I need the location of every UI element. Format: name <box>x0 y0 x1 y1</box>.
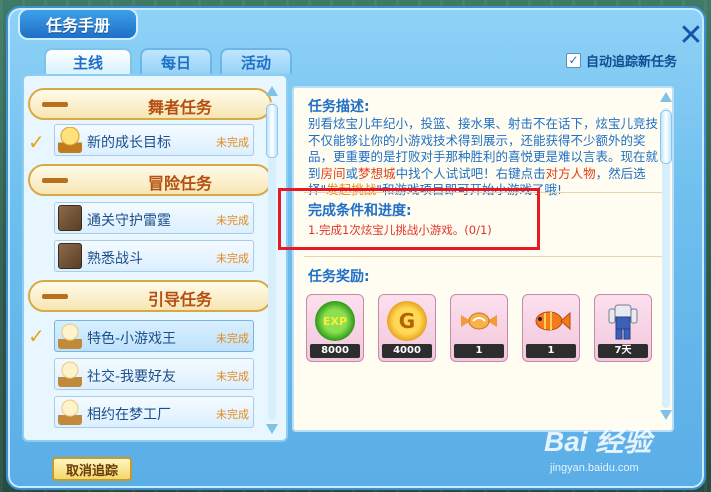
task-status: 未完成 <box>216 252 249 265</box>
task-name: 特色-小游戏王 <box>87 331 177 347</box>
detail-scrollbar[interactable] <box>660 92 672 422</box>
auto-track-label: 自动追踪新任务 <box>586 54 678 70</box>
guide-icon <box>58 399 82 425</box>
adventure-icon <box>58 205 82 231</box>
list-item-task[interactable]: 相约在梦工厂 未完成 <box>54 396 254 428</box>
scroll-down-icon[interactable] <box>266 424 278 434</box>
baidu-watermark: Bai 经验 jingyan.baidu.com <box>540 418 710 490</box>
collapse-icon <box>42 102 68 107</box>
list-item-task-selected[interactable]: 特色-小游戏王 未完成 <box>54 320 254 352</box>
tracked-check-icon: ✓ <box>28 130 45 154</box>
tracked-check-icon: ✓ <box>28 324 45 348</box>
reward-list: EXP 8000 G 4000 1 1 7天 <box>306 294 666 368</box>
watermark-site: jingyan.baidu.com <box>550 462 639 474</box>
description-heading: 任务描述: <box>308 99 370 115</box>
scroll-thumb[interactable] <box>266 104 278 158</box>
scroll-up-icon[interactable] <box>660 92 672 102</box>
cancel-tracking-button[interactable]: 取消追踪 <box>52 457 132 481</box>
reward-item[interactable]: EXP 8000 <box>306 294 364 362</box>
task-list-panel: 舞者任务 ✓ 新的成长目标 未完成 冒险任务 通关守护雷霆 未完成 熟悉战斗 未… <box>22 74 288 442</box>
tab-main[interactable]: 主线 <box>44 48 132 74</box>
task-name: 社交-我要好友 <box>87 369 177 385</box>
task-status: 未完成 <box>216 370 249 383</box>
tab-daily[interactable]: 每日 <box>140 48 212 74</box>
task-detail-panel: 任务描述: 别看炫宝儿年纪小，投篮、接水果、射击不在话下，炫宝儿竞技不仅能够让你… <box>292 86 674 432</box>
candy-icon <box>459 301 499 341</box>
task-status: 未完成 <box>216 136 249 149</box>
category-guide[interactable]: 引导任务 <box>28 280 272 312</box>
list-item-task[interactable]: 通关守护雷霆 未完成 <box>54 202 254 234</box>
category-label: 冒险任务 <box>147 174 212 193</box>
fish-icon <box>531 301 571 341</box>
description-text: 别看炫宝儿年纪小，投篮、接水果、射击不在话下，炫宝儿竞技不仅能够让你的小游戏技术… <box>308 116 659 197</box>
check-icon: ✓ <box>568 52 579 67</box>
adventure-icon <box>58 243 82 269</box>
reward-quantity: 4000 <box>382 344 432 358</box>
auto-track-checkbox[interactable]: ✓ <box>566 52 581 68</box>
task-status: 未完成 <box>216 408 249 421</box>
gold-coin-icon: G <box>387 301 427 341</box>
reward-item[interactable]: 1 <box>450 294 508 362</box>
list-item-task[interactable]: 社交-我要好友 未完成 <box>54 358 254 390</box>
guide-icon <box>58 361 82 387</box>
reward-quantity: 7天 <box>598 344 648 358</box>
task-status: 未完成 <box>216 332 249 345</box>
reward-heading: 任务奖励: <box>308 269 370 285</box>
task-list-scrollbar[interactable] <box>266 86 278 436</box>
scroll-thumb[interactable] <box>660 110 672 164</box>
guide-icon <box>58 323 82 349</box>
divider <box>304 256 666 257</box>
category-label: 舞者任务 <box>147 98 212 117</box>
reward-quantity: 1 <box>526 344 576 358</box>
medal-icon <box>58 127 82 153</box>
task-name: 新的成长目标 <box>87 135 171 151</box>
task-status: 未完成 <box>216 214 249 227</box>
task-name: 通关守护雷霆 <box>87 213 171 229</box>
reward-item[interactable]: 1 <box>522 294 580 362</box>
category-adventure[interactable]: 冒险任务 <box>28 164 272 196</box>
reward-item[interactable]: 7天 <box>594 294 652 362</box>
outfit-icon <box>603 301 643 341</box>
tab-events[interactable]: 活动 <box>220 48 292 74</box>
category-label: 引导任务 <box>147 290 212 309</box>
window-title: 任务手册 <box>18 8 138 40</box>
reward-quantity: 1 <box>454 344 504 358</box>
task-name: 熟悉战斗 <box>87 251 143 267</box>
watermark-logo: Bai 经验 <box>544 426 652 457</box>
category-dancer[interactable]: 舞者任务 <box>28 88 272 120</box>
collapse-icon <box>42 294 68 299</box>
collapse-icon <box>42 178 68 183</box>
close-button[interactable]: ✕ <box>676 21 706 52</box>
scroll-up-icon[interactable] <box>266 86 278 96</box>
reward-item[interactable]: G 4000 <box>378 294 436 362</box>
task-name: 相约在梦工厂 <box>87 407 171 423</box>
close-icon: ✕ <box>678 18 704 53</box>
exp-icon: EXP <box>315 301 355 341</box>
list-item-task[interactable]: 新的成长目标 未完成 <box>54 124 254 156</box>
list-item-task[interactable]: 熟悉战斗 未完成 <box>54 240 254 272</box>
reward-quantity: 8000 <box>310 344 360 358</box>
auto-track-toggle[interactable]: ✓ 自动追踪新任务 <box>566 50 677 70</box>
highlight-annotation-box <box>278 188 540 250</box>
